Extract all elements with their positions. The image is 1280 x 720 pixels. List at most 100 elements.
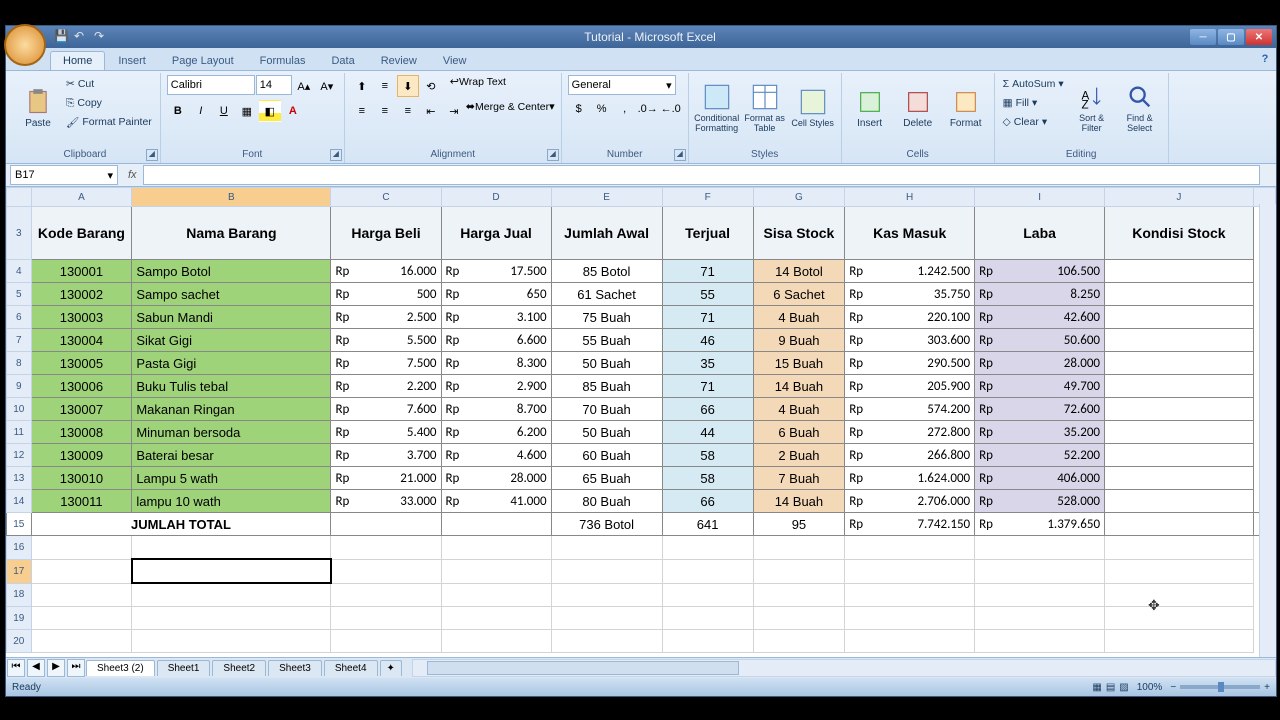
paste-button[interactable]: Paste bbox=[16, 75, 60, 141]
cell-empty[interactable] bbox=[551, 607, 662, 630]
name-box[interactable]: B17▾ bbox=[10, 165, 118, 185]
cell-empty[interactable] bbox=[132, 630, 331, 653]
cell-jumlah-awal[interactable]: 75 Buah bbox=[551, 306, 662, 329]
cell-terjual[interactable]: 71 bbox=[662, 375, 753, 398]
alignment-launcher[interactable]: ◢ bbox=[547, 149, 559, 161]
cell-empty[interactable] bbox=[331, 583, 441, 607]
fill-button[interactable]: ▦Fill▾ bbox=[1001, 94, 1066, 112]
cell-harga-jual[interactable]: Rp6.200 bbox=[441, 421, 551, 444]
cell-harga-beli[interactable]: Rp7.600 bbox=[331, 398, 441, 421]
cell-terjual[interactable]: 71 bbox=[662, 306, 753, 329]
wrap-text-button[interactable]: ↩Wrap Text bbox=[450, 75, 506, 97]
cell-jumlah-awal[interactable]: 61 Sachet bbox=[551, 283, 662, 306]
view-normal-button[interactable]: ▦ bbox=[1092, 682, 1101, 693]
table-header[interactable]: Harga Beli bbox=[331, 207, 441, 260]
cell-empty[interactable] bbox=[975, 630, 1105, 653]
cell-jumlah-awal[interactable]: 70 Buah bbox=[551, 398, 662, 421]
cell-total-label[interactable]: JUMLAH TOTAL bbox=[31, 513, 331, 536]
cell-sisa[interactable]: 7 Buah bbox=[753, 467, 845, 490]
cell-sisa[interactable]: 14 Buah bbox=[753, 490, 845, 513]
format-cells-button[interactable]: Format bbox=[944, 75, 988, 141]
cell-harga-beli[interactable]: Rp21.000 bbox=[331, 467, 441, 490]
comma-button[interactable]: , bbox=[614, 98, 636, 120]
cell-nama[interactable]: Makanan Ringan bbox=[132, 398, 331, 421]
table-header[interactable]: Kode Barang bbox=[31, 207, 132, 260]
cell-kode[interactable]: 130011 bbox=[31, 490, 132, 513]
cell-terjual[interactable]: 58 bbox=[662, 467, 753, 490]
row-header-4[interactable]: 4 bbox=[7, 260, 32, 283]
row-header-16[interactable]: 16 bbox=[7, 536, 32, 560]
cell-laba[interactable]: Rp8.250 bbox=[975, 283, 1105, 306]
cell-jumlah-awal[interactable]: 65 Buah bbox=[551, 467, 662, 490]
row-header-6[interactable]: 6 bbox=[7, 306, 32, 329]
shrink-font-button[interactable]: A▾ bbox=[316, 75, 338, 97]
number-launcher[interactable]: ◢ bbox=[674, 149, 686, 161]
align-right-button[interactable]: ≡ bbox=[397, 100, 419, 122]
cell-empty[interactable] bbox=[1105, 630, 1254, 653]
cell-empty[interactable] bbox=[551, 630, 662, 653]
cell-empty[interactable] bbox=[31, 583, 132, 607]
row-header-14[interactable]: 14 bbox=[7, 490, 32, 513]
row-header-3[interactable]: 3 bbox=[7, 207, 32, 260]
cell-laba[interactable]: Rp528.000 bbox=[975, 490, 1105, 513]
cell-harga-beli[interactable]: Rp2.500 bbox=[331, 306, 441, 329]
tab-page-layout[interactable]: Page Layout bbox=[159, 51, 247, 70]
conditional-formatting-button[interactable]: Conditional Formatting bbox=[695, 75, 739, 141]
table-header[interactable]: Harga Jual bbox=[441, 207, 551, 260]
cell-harga-beli[interactable]: Rp500 bbox=[331, 283, 441, 306]
table-header[interactable]: Laba bbox=[975, 207, 1105, 260]
cell-sisa[interactable]: 9 Buah bbox=[753, 329, 845, 352]
cell-laba[interactable]: Rp49.700 bbox=[975, 375, 1105, 398]
cell-kas-masuk[interactable]: Rp1.624.000 bbox=[845, 467, 975, 490]
cell-empty[interactable] bbox=[132, 536, 331, 560]
cell-empty[interactable] bbox=[662, 559, 753, 583]
cell-empty[interactable] bbox=[31, 536, 132, 560]
formula-input[interactable] bbox=[143, 165, 1260, 185]
new-sheet-button[interactable]: ✦ bbox=[380, 660, 402, 676]
cell-empty[interactable] bbox=[441, 630, 551, 653]
cell-empty[interactable] bbox=[132, 607, 331, 630]
cell-empty[interactable] bbox=[132, 559, 331, 583]
sheet-tab-2[interactable]: Sheet2 bbox=[212, 660, 266, 676]
tab-home[interactable]: Home bbox=[50, 51, 105, 70]
tab-view[interactable]: View bbox=[430, 51, 480, 70]
cell-total-l[interactable]: Rp1.379.650 bbox=[975, 513, 1105, 536]
cell-empty[interactable] bbox=[441, 559, 551, 583]
cell-empty[interactable] bbox=[975, 536, 1105, 560]
row-header-17[interactable]: 17 bbox=[7, 559, 32, 583]
align-middle-button[interactable]: ≡ bbox=[374, 75, 396, 97]
cell-harga-jual[interactable]: Rp6.600 bbox=[441, 329, 551, 352]
cell-empty[interactable] bbox=[975, 559, 1105, 583]
align-center-button[interactable]: ≡ bbox=[374, 100, 396, 122]
autosum-button[interactable]: ΣAutoSum▾ bbox=[1001, 75, 1066, 93]
cell-harga-jual[interactable]: Rp4.600 bbox=[441, 444, 551, 467]
find-select-button[interactable]: Find & Select bbox=[1118, 75, 1162, 141]
cell-sisa[interactable]: 15 Buah bbox=[753, 352, 845, 375]
cell-empty[interactable] bbox=[753, 607, 845, 630]
cell-kas-masuk[interactable]: Rp35.750 bbox=[845, 283, 975, 306]
cell-harga-beli[interactable]: Rp7.500 bbox=[331, 352, 441, 375]
cell-terjual[interactable]: 35 bbox=[662, 352, 753, 375]
cell-kondisi[interactable] bbox=[1105, 352, 1254, 375]
zoom-value[interactable]: 100% bbox=[1137, 682, 1163, 693]
cell-empty[interactable] bbox=[331, 630, 441, 653]
row-header-10[interactable]: 10 bbox=[7, 398, 32, 421]
sheet-nav-first[interactable]: ⏮ bbox=[7, 659, 25, 677]
cell-kode[interactable]: 130001 bbox=[31, 260, 132, 283]
format-as-table-button[interactable]: Format as Table bbox=[743, 75, 787, 141]
cell-harga-jual[interactable]: Rp17.500 bbox=[441, 260, 551, 283]
cell-laba[interactable]: Rp28.000 bbox=[975, 352, 1105, 375]
cell-empty[interactable] bbox=[753, 559, 845, 583]
cell-sisa[interactable]: 4 Buah bbox=[753, 398, 845, 421]
cell-total-ja[interactable]: 736 Botol bbox=[551, 513, 662, 536]
currency-button[interactable]: $ bbox=[568, 98, 590, 120]
cell-harga-beli[interactable]: Rp16.000 bbox=[331, 260, 441, 283]
cell-sisa[interactable]: 4 Buah bbox=[753, 306, 845, 329]
cell-harga-jual[interactable]: Rp2.900 bbox=[441, 375, 551, 398]
cell-empty[interactable] bbox=[1105, 536, 1254, 560]
col-header-D[interactable]: D bbox=[441, 188, 551, 207]
cell-empty[interactable] bbox=[132, 583, 331, 607]
cell-empty[interactable] bbox=[753, 583, 845, 607]
cell-terjual[interactable]: 71 bbox=[662, 260, 753, 283]
border-button[interactable]: ▦ bbox=[236, 100, 258, 122]
